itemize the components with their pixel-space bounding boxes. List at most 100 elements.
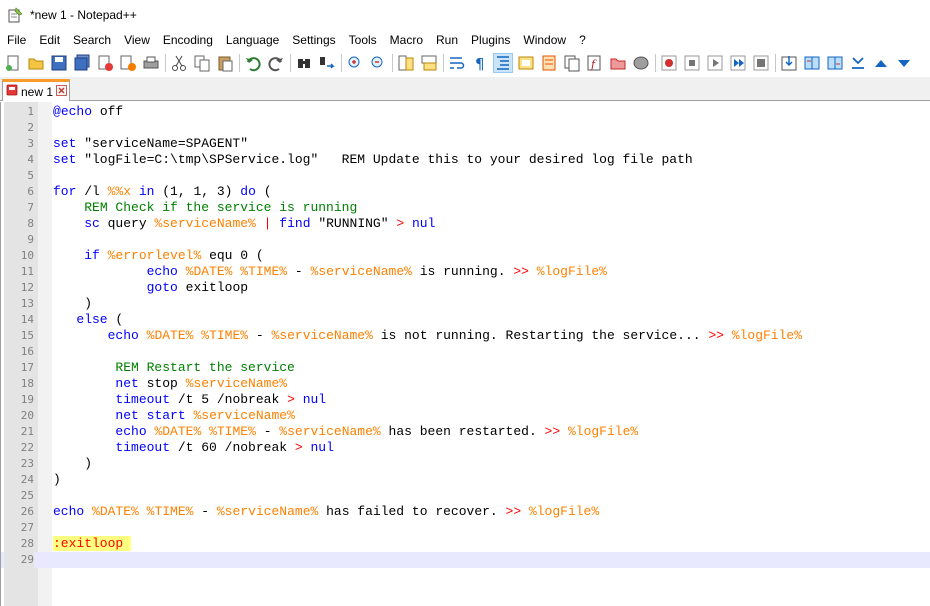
token-operator: >> xyxy=(513,264,529,279)
menu-macro[interactable]: Macro xyxy=(383,31,429,50)
record-macro-icon[interactable] xyxy=(660,54,678,72)
code-line[interactable]: 9 xyxy=(1,232,930,248)
line-text: set "serviceName=SPAGENT" xyxy=(53,136,248,152)
code-line[interactable]: 12 goto exitloop xyxy=(1,280,930,296)
code-line[interactable]: 3 set "serviceName=SPAGENT" xyxy=(1,136,930,152)
code-line[interactable]: 16 xyxy=(1,344,930,360)
compare-first-icon[interactable] xyxy=(849,54,867,72)
token-keyword: do xyxy=(240,184,256,199)
compare-next-icon[interactable] xyxy=(895,54,913,72)
token-text: ) xyxy=(53,296,93,311)
code-line[interactable]: 4 set "logFile=C:\tmp\SPService.log" REM … xyxy=(1,152,930,168)
sync-horizontal-icon[interactable] xyxy=(420,54,438,72)
menu-edit[interactable]: Edit xyxy=(32,31,66,50)
run-macro-multiple-icon[interactable] xyxy=(729,54,747,72)
token-operator: > xyxy=(294,440,303,455)
code-line[interactable]: 28:exitloop xyxy=(1,536,930,552)
token-comment: REM Restart the service xyxy=(115,360,295,375)
save-icon[interactable] xyxy=(50,54,68,72)
redo-icon[interactable] xyxy=(267,54,285,72)
user-defined-language-icon[interactable] xyxy=(517,54,535,72)
menu-file[interactable]: File xyxy=(0,31,32,50)
function-list-icon[interactable]: f xyxy=(586,54,604,72)
code-line[interactable]: 21 echo %DATE% %TIME% - %serviceName% ha… xyxy=(1,424,930,440)
close-icon[interactable] xyxy=(96,54,114,72)
code-line[interactable]: 25 xyxy=(1,488,930,504)
code-line[interactable]: 8 sc query %serviceName% | find "RUNNING… xyxy=(1,216,930,232)
menu-encoding[interactable]: Encoding xyxy=(156,31,219,50)
code-line[interactable]: 24) xyxy=(1,472,930,488)
line-text: ) xyxy=(53,456,92,472)
menu-window[interactable]: Window xyxy=(516,31,572,50)
code-line[interactable]: 19 timeout /t 5 /nobreak > nul xyxy=(1,392,930,408)
print-icon[interactable] xyxy=(142,54,160,72)
code-line[interactable]: 6 for /l %%x in (1, 1, 3) do ( xyxy=(1,184,930,200)
toolbar-separator xyxy=(655,54,656,72)
code-line[interactable]: 20 net start %serviceName% xyxy=(1,408,930,424)
code-line[interactable]: 23 ) xyxy=(1,456,930,472)
menu-search[interactable]: Search xyxy=(66,31,117,50)
word-wrap-icon[interactable] xyxy=(448,54,466,72)
zoom-in-icon[interactable] xyxy=(346,54,364,72)
playback-macro-icon[interactable] xyxy=(706,54,724,72)
show-all-characters-icon[interactable]: ¶ xyxy=(471,54,489,72)
menu-view[interactable]: View xyxy=(117,31,156,50)
cut-icon[interactable] xyxy=(170,54,188,72)
code-line[interactable]: 15 echo %DATE% %TIME% - %serviceName% is… xyxy=(1,328,930,344)
code-line[interactable]: 29 xyxy=(1,552,930,568)
document-map-icon[interactable] xyxy=(540,54,558,72)
code-line[interactable]: 13 ) xyxy=(1,296,930,312)
monitoring-icon[interactable] xyxy=(632,54,650,72)
token-text: /l xyxy=(76,184,108,199)
code-line[interactable]: 18 net stop %serviceName% xyxy=(1,376,930,392)
undo-icon[interactable] xyxy=(244,54,262,72)
spell-check-icon[interactable] xyxy=(780,54,798,72)
code-line[interactable]: 7 REM Check if the service is running xyxy=(1,200,930,216)
zoom-out-icon[interactable] xyxy=(369,54,387,72)
code-line[interactable]: 26 echo %DATE% %TIME% - %serviceName% has… xyxy=(1,504,930,520)
folder-as-workspace-icon[interactable] xyxy=(609,54,627,72)
menu-help[interactable]: ? xyxy=(572,31,592,50)
token-keyword: echo xyxy=(53,504,85,519)
tab-new-1[interactable]: new 1 xyxy=(2,79,70,101)
line-number: 5 xyxy=(27,169,34,182)
menu-run[interactable]: Run xyxy=(429,31,464,50)
paste-icon[interactable] xyxy=(216,54,234,72)
save-all-icon[interactable] xyxy=(73,54,91,72)
save-macro-icon[interactable] xyxy=(752,54,770,72)
menu-tools[interactable]: Tools xyxy=(342,31,383,50)
copy-icon[interactable] xyxy=(193,54,211,72)
close-all-icon[interactable] xyxy=(119,54,137,72)
find-icon[interactable] xyxy=(295,54,313,72)
token-variable: %serviceName% xyxy=(154,216,256,231)
compare-icon[interactable] xyxy=(803,54,821,72)
code-line[interactable]: 2 xyxy=(1,120,930,136)
menu-plugins[interactable]: Plugins xyxy=(464,31,516,50)
code-line[interactable]: 14 else ( xyxy=(1,312,930,328)
menu-settings[interactable]: Settings xyxy=(285,31,341,50)
indent-guide-icon[interactable] xyxy=(493,53,513,73)
close-tab-icon[interactable] xyxy=(56,84,67,99)
compare-clear-icon[interactable] xyxy=(826,54,844,72)
code-line[interactable]: 10 if %errorlevel% equ 0 ( xyxy=(1,248,930,264)
editor[interactable]: 1 @echo off 2 3 set "serviceName=SPAGENT" 4 se… xyxy=(0,102,930,606)
code-line[interactable]: 17 REM Restart the service xyxy=(1,360,930,376)
code-line[interactable]: 27 xyxy=(1,520,930,536)
new-file-icon[interactable] xyxy=(4,54,22,72)
stop-recording-icon[interactable] xyxy=(683,54,701,72)
open-file-icon[interactable] xyxy=(27,54,45,72)
replace-icon[interactable] xyxy=(318,54,336,72)
compare-prev-icon[interactable] xyxy=(872,54,890,72)
sync-vertical-icon[interactable] xyxy=(397,54,415,72)
code-line[interactable]: 11 echo %DATE% %TIME% - %serviceName% is… xyxy=(1,264,930,280)
token-comment: REM Check if the service is running xyxy=(84,200,358,215)
code-line[interactable]: 1 @echo off xyxy=(1,104,930,120)
token-text: - xyxy=(255,424,280,439)
code-line[interactable]: 22 timeout /t 60 /nobreak > nul xyxy=(1,440,930,456)
menu-language[interactable]: Language xyxy=(219,31,285,50)
code-line[interactable]: 5 xyxy=(1,168,930,184)
document-list-icon[interactable] xyxy=(563,54,581,72)
